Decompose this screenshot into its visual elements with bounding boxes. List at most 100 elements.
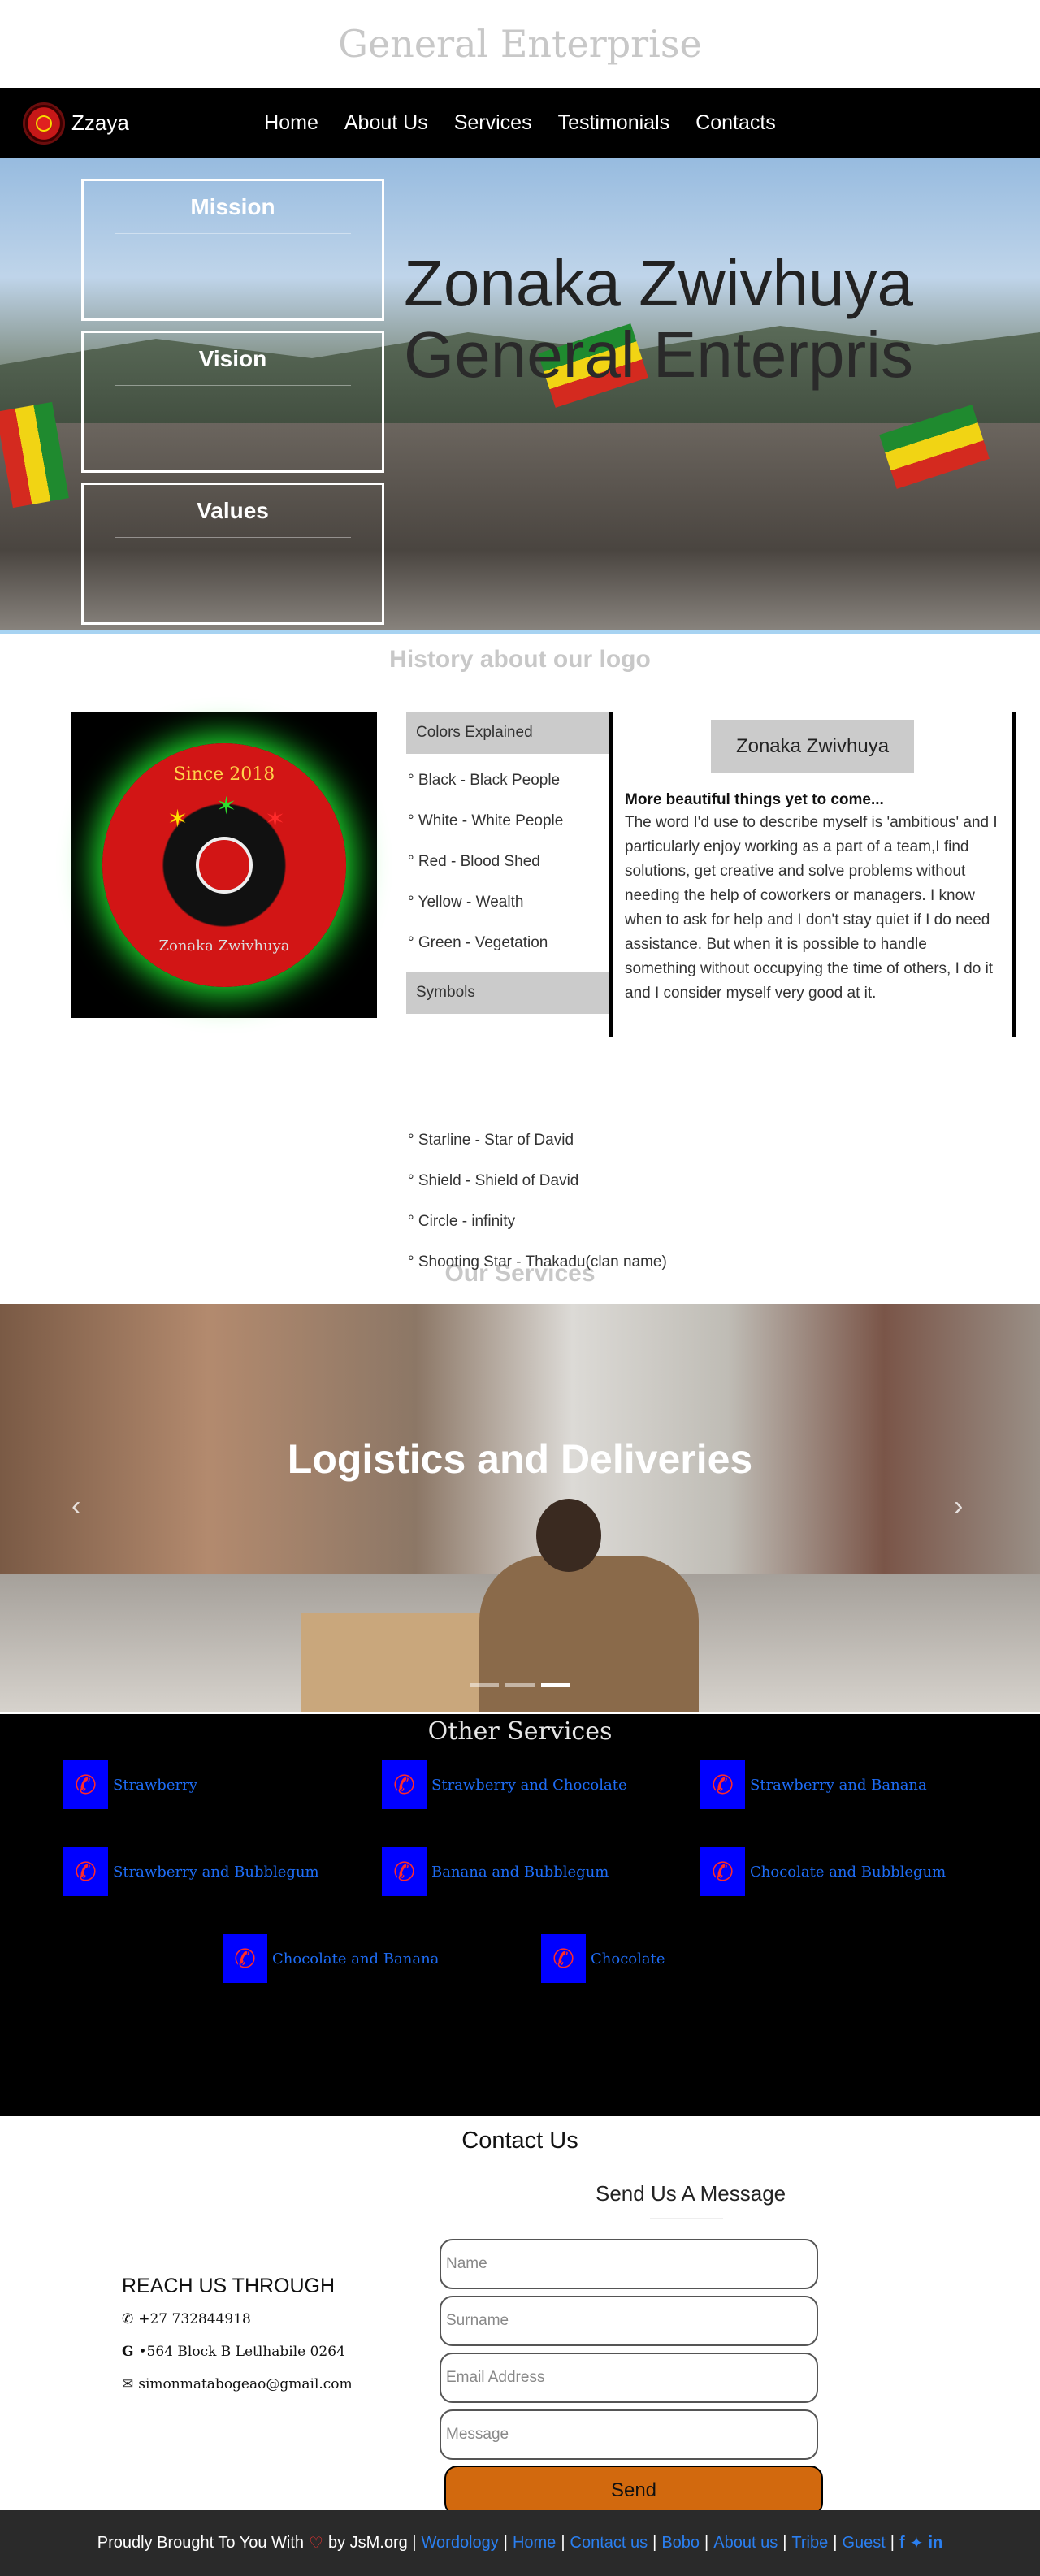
- message-field[interactable]: Message: [440, 2409, 818, 2460]
- surname-field[interactable]: Surname: [440, 2296, 818, 2346]
- heart-icon: ♡: [309, 2535, 323, 2552]
- email-field[interactable]: Email Address: [440, 2353, 818, 2403]
- brand-name: Zzaya: [72, 110, 129, 135]
- envelope-icon: ✉: [122, 2376, 134, 2392]
- phone-icon: ✆: [541, 1934, 586, 1983]
- service-item[interactable]: ✆ Chocolate and Banana: [223, 1934, 439, 1983]
- other-services-section: Other Services ✆ Strawberry ✆ Strawberry…: [0, 1712, 1040, 2116]
- carousel-prev-icon[interactable]: ‹: [72, 1491, 80, 1522]
- color-item: ° White - White People: [408, 812, 564, 829]
- nav-link-home[interactable]: Home: [264, 111, 318, 135]
- phone-icon: ✆: [63, 1847, 108, 1896]
- service-item[interactable]: ✆ Chocolate and Bubblegum: [700, 1847, 946, 1896]
- carousel-indicator-active[interactable]: [541, 1683, 570, 1687]
- nav-link-services[interactable]: Services: [454, 111, 532, 135]
- delivery-person-image: [479, 1556, 699, 1712]
- star-icon: ✶: [265, 806, 286, 833]
- service-item[interactable]: ✆ Strawberry and Bubblegum: [63, 1847, 319, 1896]
- story-badge: Zonaka Zwivhuya: [711, 720, 914, 773]
- reach-us-title: REACH US THROUGH: [122, 2275, 336, 2297]
- hero-title-line1: Zonaka Zwivhuya: [404, 247, 913, 319]
- hero-title: Zonaka Zwivhuya General Enterpris: [404, 248, 913, 391]
- color-item: ° Red - Blood Shed: [408, 853, 540, 870]
- vision-box[interactable]: Vision: [81, 331, 384, 473]
- footer-link-wordology[interactable]: Wordology: [422, 2534, 499, 2552]
- symbol-item: ° Circle - infinity: [408, 1213, 516, 1230]
- service-item[interactable]: ✆ Strawberry: [63, 1760, 197, 1809]
- twitter-icon[interactable]: ✦: [910, 2533, 924, 2553]
- carousel-next-icon[interactable]: ›: [954, 1491, 963, 1522]
- phone-line: ✆ +27 732844918: [122, 2311, 251, 2327]
- carousel-indicator[interactable]: [505, 1683, 535, 1687]
- service-item[interactable]: ✆ Banana and Bubblegum: [382, 1847, 609, 1896]
- carousel-indicators: [0, 1683, 1040, 1687]
- story-panel: Zonaka Zwivhuya More beautiful things ye…: [609, 712, 1016, 1037]
- footer-prefix: Proudly Brought To You With: [97, 2534, 305, 2552]
- vision-label: Vision: [198, 346, 267, 371]
- linkedin-icon[interactable]: in: [928, 2534, 942, 2552]
- service-item[interactable]: ✆ Strawberry and Banana: [700, 1760, 927, 1809]
- values-label: Values: [197, 498, 269, 523]
- phone-icon: ✆: [382, 1760, 427, 1809]
- mission-label: Mission: [190, 194, 275, 219]
- service-item[interactable]: ✆ Chocolate: [541, 1934, 665, 1983]
- star-icon: ✶: [216, 793, 237, 820]
- nav-link-testimonials[interactable]: Testimonials: [558, 111, 670, 135]
- color-item: ° Black - Black People: [408, 772, 561, 789]
- color-item: ° Yellow - Wealth: [408, 894, 524, 911]
- hero-title-line2: General Enterpris: [404, 318, 913, 391]
- footer-link-bobo[interactable]: Bobo: [661, 2534, 700, 2552]
- footer-link-contact[interactable]: Contact us: [570, 2534, 648, 2552]
- google-icon: G: [122, 2344, 134, 2360]
- carousel-indicator[interactable]: [470, 1683, 499, 1687]
- phone-icon: ✆: [382, 1847, 427, 1896]
- phone-icon: ✆: [122, 2311, 134, 2327]
- history-heading: History about our logo: [389, 646, 651, 673]
- footer-by: by JsM.org |: [327, 2534, 417, 2552]
- facebook-icon[interactable]: f: [899, 2534, 905, 2552]
- logo-text-top: Since 2018: [173, 764, 275, 785]
- values-box[interactable]: Values: [81, 483, 384, 625]
- address-line: G •564 Block B Letlhabile 0264: [122, 2344, 345, 2360]
- colors-explained: Colors Explained ° Black - Black People …: [406, 712, 609, 1014]
- symbol-item: ° Starline - Star of David: [408, 1132, 574, 1149]
- delivery-box-image: [301, 1613, 488, 1712]
- send-button[interactable]: Send: [444, 2466, 823, 2516]
- phone-icon: ✆: [223, 1934, 267, 1983]
- hero-banner: Mission Vision Values Zonaka Zwivhuya Ge…: [0, 158, 1040, 634]
- nav-links: Home About Us Services Testimonials Cont…: [0, 88, 1040, 158]
- name-field[interactable]: Name: [440, 2239, 818, 2289]
- service-item[interactable]: ✆ Strawberry and Chocolate: [382, 1760, 627, 1809]
- nav-link-about[interactable]: About Us: [344, 111, 428, 135]
- symbols-list: ° Starline - Star of David ° Shield - Sh…: [406, 1120, 748, 1283]
- reach-us: REACH US THROUGH ✆ +27 732844918 G •564 …: [122, 2275, 353, 2401]
- footer: Proudly Brought To You With ♡ by JsM.org…: [0, 2510, 1040, 2576]
- brand[interactable]: Zzaya: [23, 102, 129, 145]
- brand-logo: [23, 102, 65, 145]
- footer-link-tribe[interactable]: Tribe: [791, 2534, 828, 2552]
- footer-link-about[interactable]: About us: [713, 2534, 778, 2552]
- footer-link-guest[interactable]: Guest: [842, 2534, 885, 2552]
- phone-icon: ✆: [63, 1760, 108, 1809]
- logo-text-bottom: Zonaka Zwivhuya: [158, 937, 290, 955]
- email-line: ✉ simonmatabogeao@gmail.com: [122, 2376, 353, 2392]
- other-services-title: Other Services: [427, 1717, 613, 1746]
- footer-link-home[interactable]: Home: [513, 2534, 556, 2552]
- send-message-title: Send Us A Message: [596, 2181, 786, 2206]
- symbol-item: ° Shooting Star - Thakadu(clan name): [408, 1253, 667, 1271]
- star-icon: ✶: [167, 806, 188, 833]
- mission-box[interactable]: Mission: [81, 179, 384, 321]
- logo-emblem: Since 2018 ✶ ✶ ✶ Zonaka Zwivhuya: [102, 743, 346, 987]
- phone-icon: ✆: [700, 1847, 745, 1896]
- color-item: ° Green - Vegetation: [408, 934, 548, 951]
- symbol-item: ° Shield - Shield of David: [408, 1172, 579, 1189]
- phone-icon: ✆: [700, 1760, 745, 1809]
- story-heading: More beautiful things yet to come...: [625, 791, 884, 808]
- history-section: History about our logo Since 2018 ✶ ✶ ✶ …: [0, 634, 1040, 1271]
- nav-link-contacts[interactable]: Contacts: [696, 111, 776, 135]
- symbols-header: Symbols: [406, 972, 609, 1014]
- colors-explained-header: Colors Explained: [406, 712, 609, 754]
- contact-title: Contact Us: [462, 2128, 578, 2154]
- story-text: The word I'd use to describe myself is '…: [625, 814, 998, 1002]
- navbar: Zzaya Home About Us Services Testimonial…: [0, 88, 1040, 158]
